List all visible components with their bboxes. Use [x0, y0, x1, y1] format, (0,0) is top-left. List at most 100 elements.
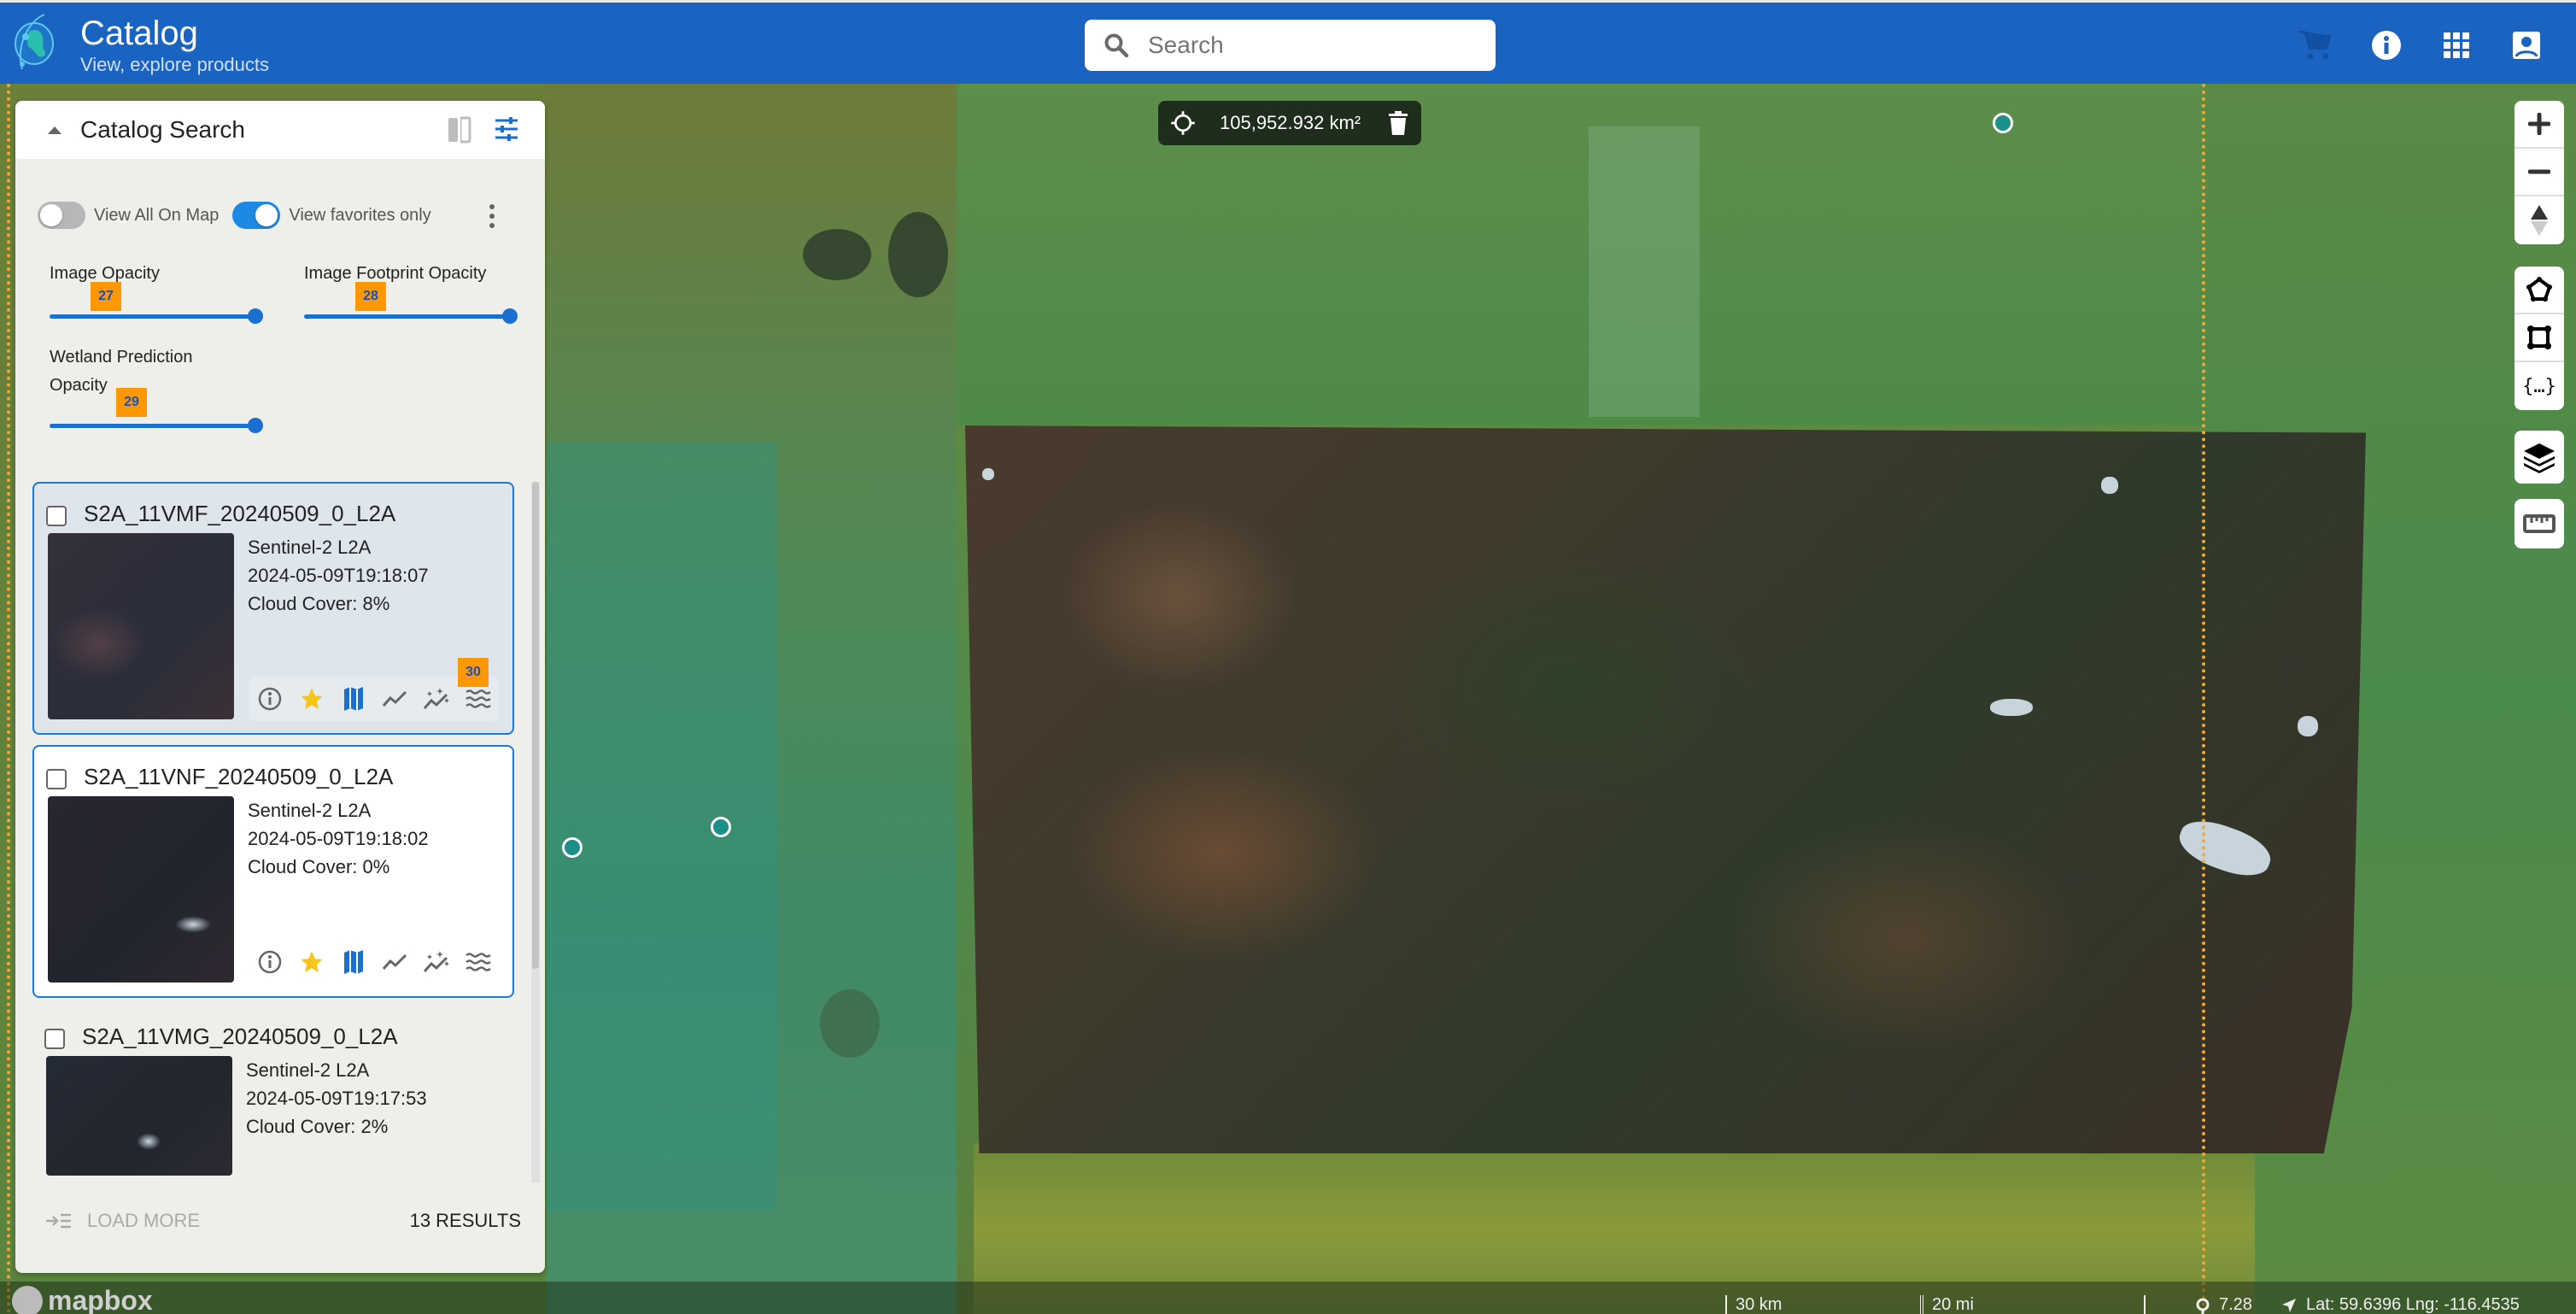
braces-icon: {…}	[2522, 375, 2556, 397]
view-all-on-map-label: View All On Map	[94, 205, 220, 225]
map-icon[interactable]	[340, 948, 367, 976]
cart-button[interactable]	[2298, 28, 2332, 62]
polygon-icon	[2526, 277, 2552, 302]
wetland-opacity-slider-block: Wetland Prediction Opacity 29	[50, 343, 272, 446]
map-status-bar	[0, 1282, 2576, 1314]
info-icon[interactable]	[256, 948, 284, 976]
result-card[interactable]: S2A_11VNF_20240509_0_L2A Sentinel-2 L2A …	[32, 745, 514, 998]
compare-icon[interactable]	[448, 116, 471, 144]
result-checkbox[interactable]	[46, 769, 67, 789]
image-opacity-slider[interactable]	[50, 314, 258, 319]
wetland-opacity-slider[interactable]	[50, 424, 258, 428]
result-collection: Sentinel-2 L2A	[248, 800, 372, 821]
load-more-icon	[46, 1213, 71, 1229]
ai-analysis-icon[interactable]	[423, 948, 450, 976]
trash-icon[interactable]	[1389, 111, 1408, 135]
search-icon	[1104, 33, 1129, 58]
timeseries-icon[interactable]	[381, 685, 408, 713]
result-cloud-cover: Cloud Cover: 2%	[246, 1116, 389, 1137]
zoom-out-button[interactable]	[2515, 149, 2564, 197]
boundary-line	[7, 84, 10, 1314]
result-checkbox[interactable]	[46, 506, 67, 526]
mapbox-attribution[interactable]: mapbox	[12, 1285, 153, 1314]
area-value: 105,952.932 km²	[1220, 112, 1361, 133]
mark-badge: 29	[116, 388, 147, 417]
snow-patch	[1990, 699, 2033, 716]
info-button[interactable]	[2369, 28, 2403, 62]
water-icon[interactable]	[465, 948, 492, 976]
compass-icon	[2531, 205, 2548, 236]
image-opacity-thumb[interactable]	[248, 308, 263, 324]
mapbox-wordmark: mapbox	[48, 1285, 153, 1314]
result-checkbox[interactable]	[44, 1029, 65, 1049]
draw-rectangle-button[interactable]	[2515, 314, 2564, 362]
result-thumbnail[interactable]	[48, 533, 234, 719]
cursor-coordinates: Lat: 59.6396 Lng: -116.4535	[2280, 1295, 2520, 1314]
compass-button[interactable]	[2515, 197, 2564, 244]
draw-polygon-button[interactable]	[2515, 267, 2564, 314]
search-box	[1085, 20, 1496, 71]
wetland-opacity-thumb[interactable]	[248, 418, 263, 433]
result-card[interactable]: S2A_11VMG_20240509_0_L2A Sentinel-2 L2A …	[32, 1006, 514, 1182]
image-opacity-slider-block: Image Opacity 27	[50, 260, 272, 328]
timeseries-icon[interactable]	[381, 948, 408, 976]
result-cloud-cover: Cloud Cover: 8%	[248, 593, 390, 614]
toggle-row: View All On Map View favorites only	[38, 202, 431, 229]
basemap-tile	[547, 443, 777, 1211]
map-marker[interactable]	[711, 817, 731, 837]
cart-icon	[2298, 31, 2331, 60]
layers-button[interactable]	[2515, 431, 2564, 484]
view-favorites-only-toggle[interactable]	[232, 202, 281, 229]
lake	[888, 212, 948, 297]
account-button[interactable]	[2509, 28, 2544, 62]
collapse-caret-icon[interactable]	[48, 126, 61, 134]
footprint-opacity-slider[interactable]	[304, 314, 512, 319]
result-thumbnail[interactable]	[48, 796, 234, 983]
mapbox-logo-icon	[12, 1285, 43, 1314]
snow-patch	[2101, 477, 2118, 494]
star-icon[interactable]	[298, 948, 325, 976]
load-more-button[interactable]: LOAD MORE	[46, 1210, 200, 1232]
satellite-scene-footprint[interactable]	[965, 425, 2366, 1153]
footprint-opacity-thumb[interactable]	[502, 308, 518, 324]
map-marker[interactable]	[562, 837, 583, 858]
app-title: Catalog	[80, 15, 198, 52]
catalog-search-panel: Catalog Search View All On Map View favo…	[15, 101, 545, 1273]
star-icon[interactable]	[298, 685, 325, 713]
zoom-level-value: 7.28	[2219, 1295, 2252, 1314]
app-logo-icon[interactable]	[10, 11, 58, 73]
info-icon[interactable]	[256, 685, 284, 713]
crosshair-icon[interactable]	[1170, 110, 1196, 136]
scrollbar-thumb[interactable]	[532, 482, 539, 969]
app-header: Catalog View, explore products	[0, 0, 2576, 84]
result-collection: Sentinel-2 L2A	[246, 1059, 370, 1081]
measure-button[interactable]	[2515, 499, 2564, 548]
result-card[interactable]: S2A_11VMF_20240509_0_L2A Sentinel-2 L2A …	[32, 482, 514, 735]
results-count: 13 RESULTS	[409, 1210, 521, 1231]
zoom-level-icon	[2196, 1298, 2210, 1314]
mark-badge: 30	[458, 658, 489, 687]
lake	[820, 989, 880, 1058]
water-icon[interactable]	[465, 685, 492, 713]
panel-title: Catalog Search	[80, 116, 246, 143]
view-all-on-map-toggle[interactable]	[38, 202, 85, 229]
search-input[interactable]	[1148, 32, 1472, 59]
measure-control	[2515, 499, 2564, 548]
filter-sliders-icon[interactable]	[494, 116, 519, 142]
geojson-button[interactable]: {…}	[2515, 362, 2564, 410]
wetland-opacity-label-2: Opacity	[50, 376, 108, 395]
mark-badge: 27	[91, 282, 121, 311]
rectangle-icon	[2527, 326, 2551, 349]
map-marker[interactable]	[1993, 113, 2013, 133]
ai-analysis-icon[interactable]	[423, 685, 450, 713]
wetland-opacity-label-1: Wetland Prediction	[50, 348, 193, 367]
zoom-in-button[interactable]	[2515, 101, 2564, 149]
more-options-icon[interactable]	[483, 202, 501, 231]
scale-divider	[2144, 1295, 2146, 1314]
result-thumbnail[interactable]	[46, 1056, 232, 1176]
map-icon[interactable]	[340, 685, 367, 713]
apps-button[interactable]	[2439, 28, 2474, 62]
image-opacity-label: Image Opacity	[50, 264, 160, 283]
result-datetime: 2024-05-09T19:18:07	[248, 565, 429, 586]
results-scrollbar[interactable]	[531, 482, 540, 1182]
